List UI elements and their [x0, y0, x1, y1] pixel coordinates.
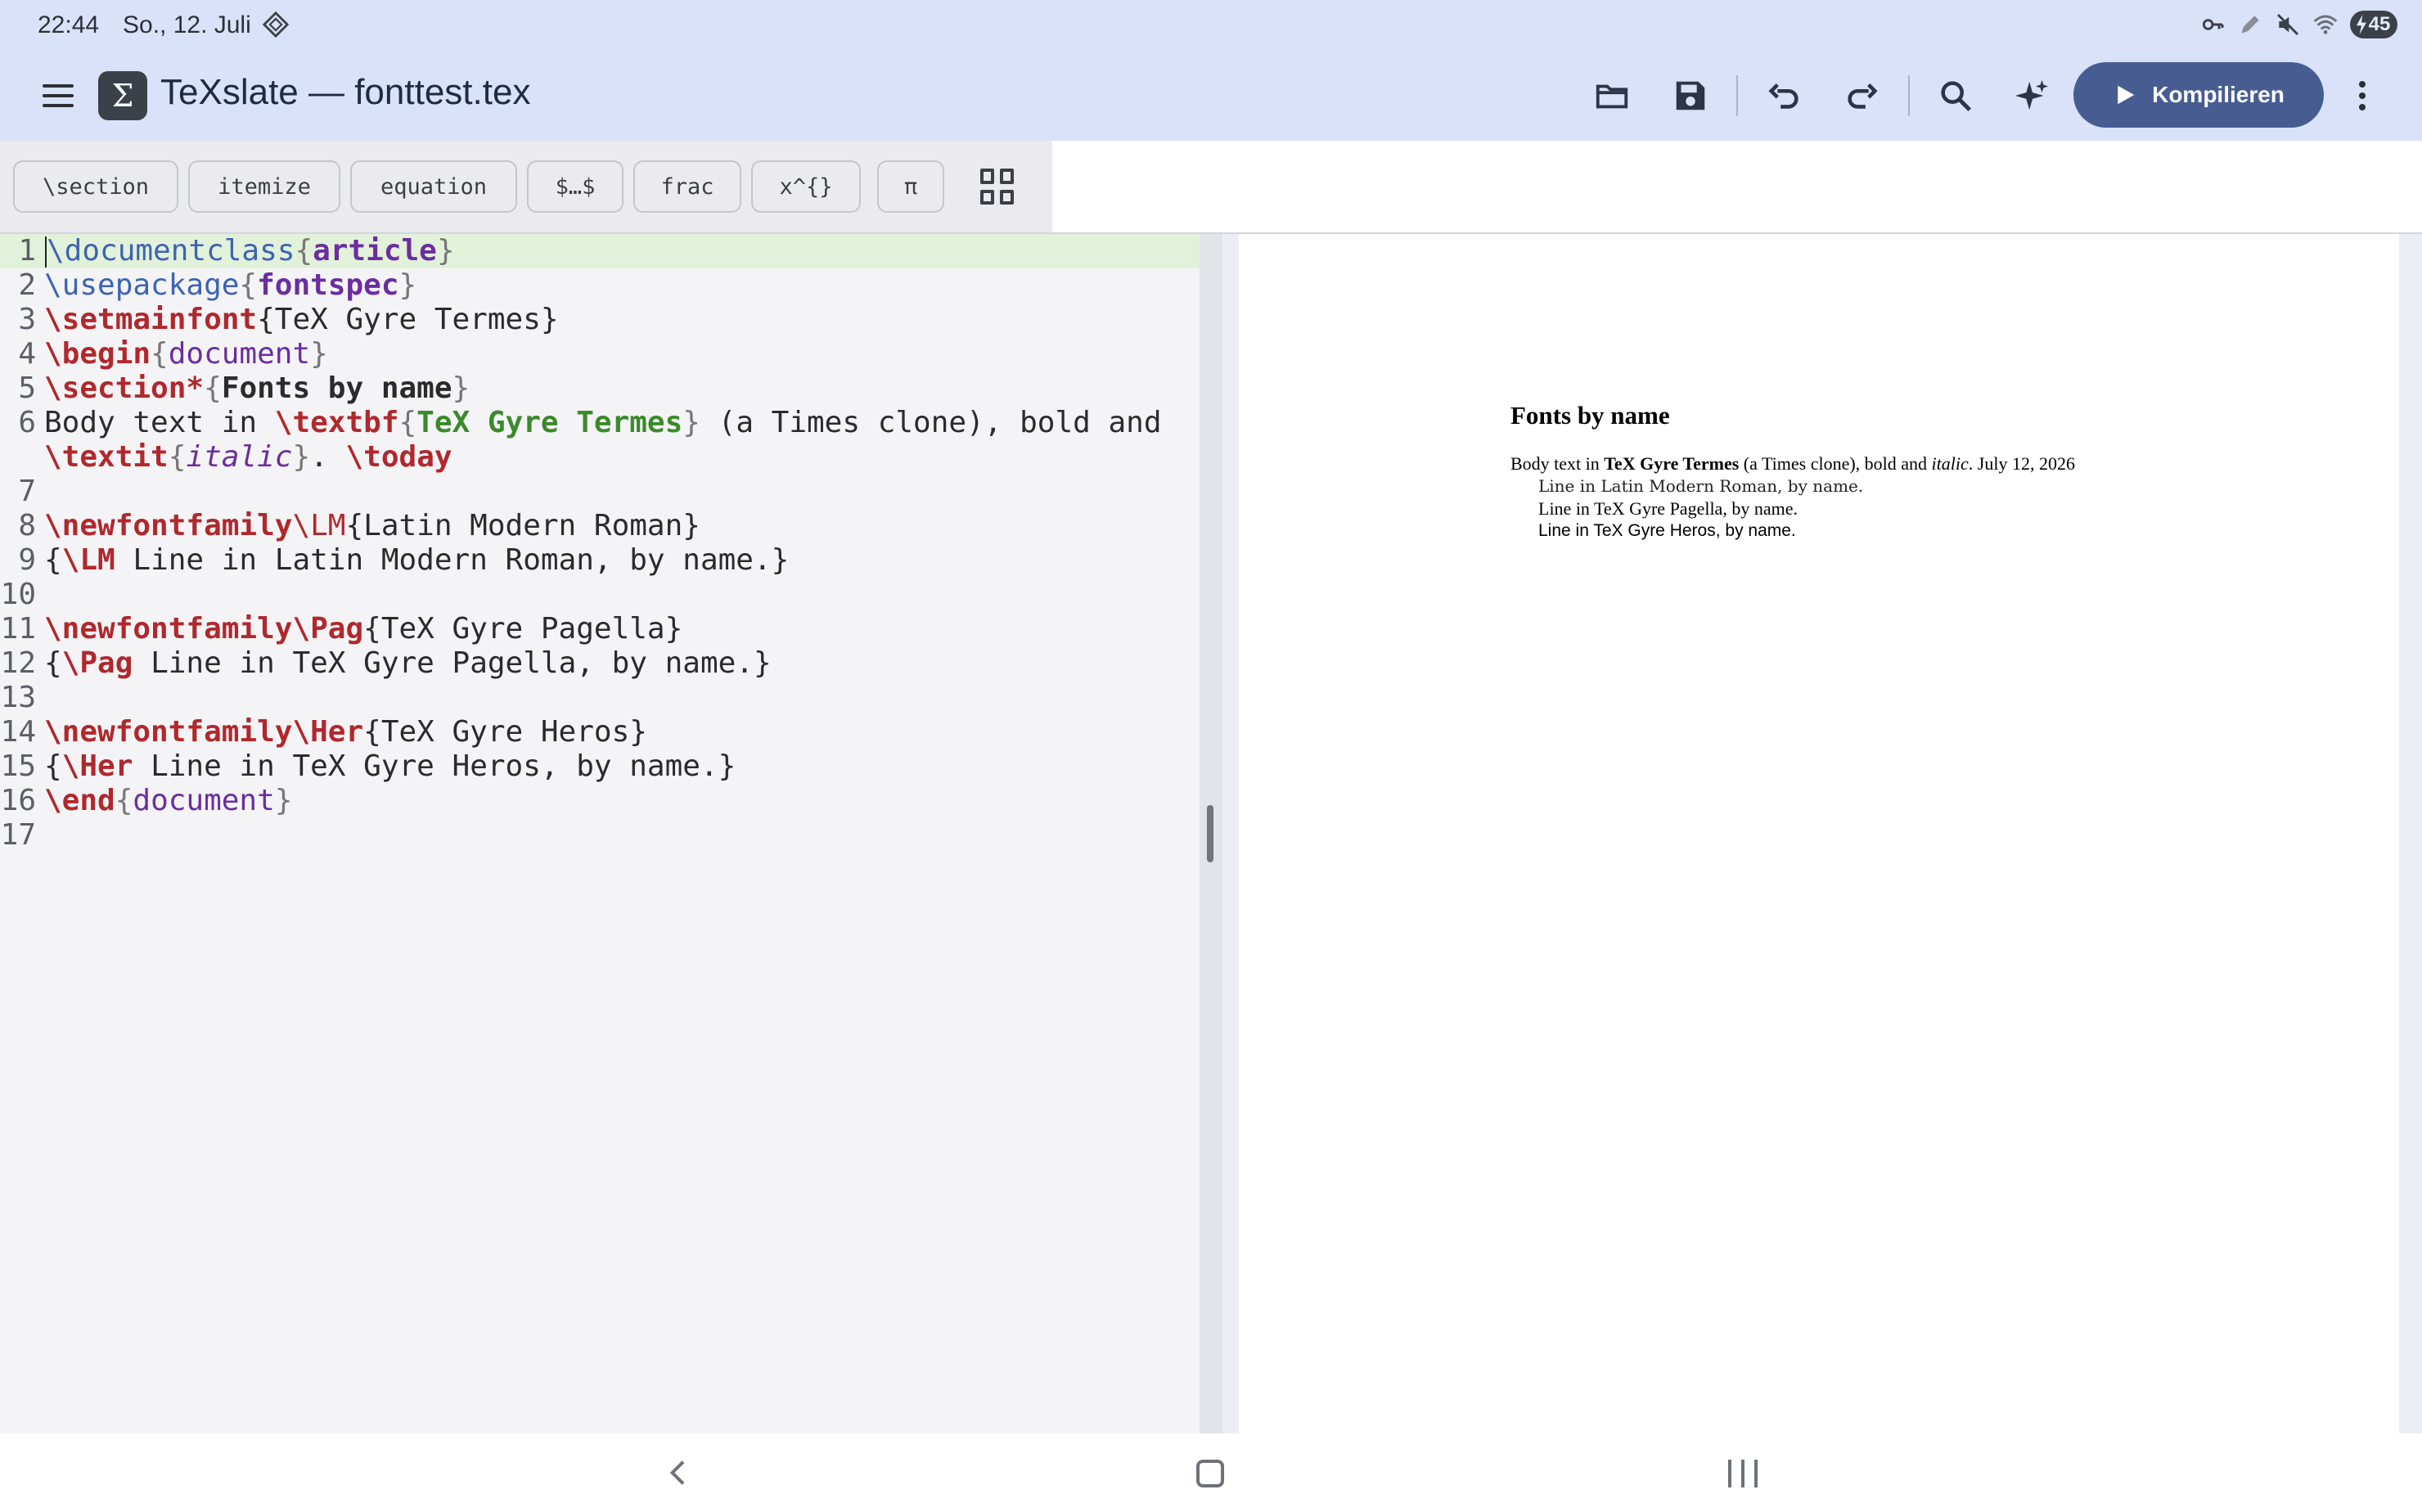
pdf-line-heros: Line in TeX Gyre Heros, by name.	[1538, 521, 1796, 540]
back-icon[interactable]	[663, 1456, 696, 1489]
menu-icon	[43, 84, 74, 88]
status-time: 22:44	[38, 11, 100, 38]
undo-button[interactable]	[1761, 73, 1807, 119]
line-number: 11	[0, 612, 36, 646]
line-number: 17	[0, 818, 36, 852]
line-number: 7	[18, 475, 36, 508]
search-icon	[1941, 81, 1972, 112]
code-line: 15 {\Her Line in TeX Gyre Heros, by name.…	[0, 749, 736, 783]
code-line: 12 {\Pag Line in TeX Gyre Pagella, by nam…	[0, 646, 772, 680]
line-number: 6	[18, 406, 36, 439]
line-number: 16	[0, 784, 36, 817]
mute-icon	[2276, 13, 2299, 36]
code-line-wrap: \textit{italic}. \today	[44, 440, 452, 474]
code-line: 16 \end{document}	[0, 784, 293, 817]
code-line: 7	[0, 475, 1200, 509]
toolbar-divider	[1908, 75, 1910, 116]
line-number: 15	[0, 749, 36, 783]
app-title: TeXslate — fonttest.tex	[160, 72, 531, 112]
wifi-icon	[2313, 15, 2338, 34]
redo-button[interactable]	[1839, 73, 1885, 119]
pdf-body-text: Body text in TeX Gyre Termes (a Times cl…	[1510, 453, 2075, 474]
status-date: So., 12. Juli	[123, 11, 251, 38]
snippet-bar-spacer	[1052, 141, 2422, 232]
status-bar: 22:44 So., 12. Juli 45	[0, 0, 2422, 49]
code-line: 2 \usepackage{fontspec}	[0, 268, 1200, 303]
status-icons: 45	[2199, 10, 2397, 39]
code-editor[interactable]: 1 \documentclass{article} 2 \usepackage{fo…	[0, 234, 1200, 1433]
snippet-frac[interactable]: frac	[633, 160, 741, 213]
code-line: 11 \newfontfamily\Pag{TeX Gyre Pagella}	[0, 612, 683, 646]
pdf-line-latin-modern: Line in Latin Modern Roman, by name.	[1538, 476, 1864, 496]
code-line: 9 {\LM Line in Latin Modern Roman, by nam…	[0, 543, 1200, 578]
code-line: 1 \documentclass{article}	[0, 234, 1200, 268]
pen-icon	[2241, 16, 2259, 34]
open-folder-button[interactable]	[1589, 73, 1635, 119]
pdf-page: Fonts by name Body text in TeX Gyre Term…	[1239, 234, 2399, 1433]
pdf-section-heading: Fonts by name	[1510, 401, 1670, 430]
line-number: 5	[18, 371, 36, 405]
play-icon	[2118, 85, 2135, 105]
line-number: 2	[18, 268, 36, 302]
pdf-line-pagella: Line in TeX Gyre Pagella, by name.	[1538, 498, 1798, 519]
snippet-equation[interactable]: equation	[350, 160, 517, 213]
save-button[interactable]	[1668, 73, 1713, 119]
line-number: 1	[18, 234, 36, 268]
home-icon[interactable]	[1196, 1460, 1224, 1487]
app-notification-icon	[262, 11, 290, 38]
compile-button[interactable]: Kompilieren	[2073, 62, 2324, 128]
code-line: 6 Body text in \textbf{TeX Gyre Termes} (…	[0, 406, 1200, 440]
vpn-key-icon	[2202, 19, 2224, 30]
snippet-inline-math[interactable]: $…$	[527, 160, 624, 213]
battery-indicator: 45	[2350, 11, 2397, 38]
undo-icon	[1768, 83, 1798, 109]
recents-icon[interactable]	[1728, 1460, 1758, 1487]
grid-view-icon	[980, 169, 994, 184]
code-line: 4 \begin{document}	[0, 337, 1200, 371]
code-line: 8 \newfontfamily\LM{Latin Modern Roman}	[0, 509, 1200, 543]
toolbar-divider	[1736, 75, 1738, 116]
code-line: 3 \setmainfont{TeX Gyre Termes}	[0, 303, 1200, 337]
menu-button[interactable]	[38, 75, 79, 116]
ai-sparkle-icon	[2015, 79, 2049, 110]
system-nav-bar	[0, 1433, 2422, 1512]
code-line: 17	[0, 818, 1200, 853]
battery-level: 45	[2368, 13, 2391, 35]
line-number: 14	[0, 715, 36, 749]
folder-open-icon	[1596, 84, 1628, 109]
line-number: 12	[0, 646, 36, 680]
splitter-drag-handle[interactable]	[1207, 805, 1213, 862]
more-options-button[interactable]	[2342, 75, 2383, 116]
pdf-preview[interactable]: Fonts by name Body text in TeX Gyre Term…	[1222, 234, 2422, 1433]
pane-splitter[interactable]	[1200, 234, 1222, 1433]
snippet-itemize[interactable]: itemize	[188, 160, 340, 213]
app-logo: Σ	[98, 71, 147, 120]
ai-assist-button[interactable]	[2010, 73, 2055, 119]
app-bar: Σ TeXslate — fonttest.tex Kompilieren	[0, 49, 2422, 141]
snippet-superscript[interactable]: x^{}	[751, 160, 861, 213]
more-snippets-button[interactable]	[980, 169, 1016, 205]
more-vert-icon	[2359, 81, 2366, 88]
line-number: 4	[18, 337, 36, 371]
line-number: 8	[18, 509, 36, 542]
code-line: 14 \newfontfamily\Her{TeX Gyre Heros}	[0, 715, 647, 749]
snippet-bar: \section itemize equation $…$ frac x^{} …	[0, 141, 1052, 232]
line-number: 10	[0, 578, 36, 611]
battery-charging-icon	[2357, 15, 2366, 34]
snippet-pi[interactable]: π	[877, 160, 944, 213]
snippet-section[interactable]: \section	[13, 160, 178, 213]
code-line: 13	[0, 681, 1200, 715]
code-line: 5 \section*{Fonts by name}	[0, 371, 1200, 406]
compile-label: Kompilieren	[2152, 82, 2285, 107]
line-number: 9	[18, 543, 36, 577]
code-line: 10	[0, 578, 1200, 612]
redo-icon	[1848, 83, 1878, 109]
line-number: 13	[0, 681, 36, 714]
search-button[interactable]	[1933, 73, 1979, 119]
save-icon	[1676, 81, 1705, 110]
line-number: 3	[18, 303, 36, 336]
